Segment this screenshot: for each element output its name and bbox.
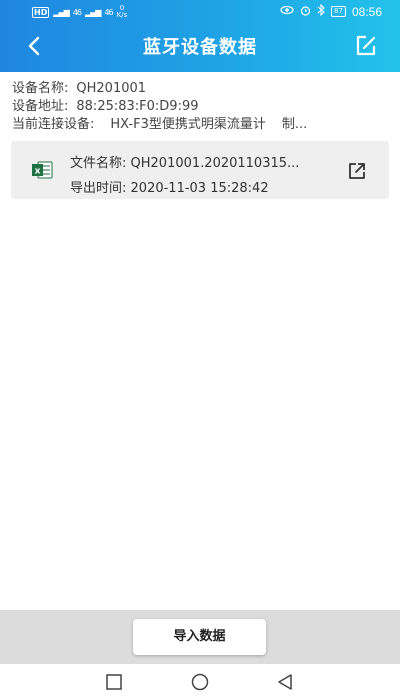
status-right: 87 08:56 bbox=[280, 3, 382, 19]
edit-icon bbox=[356, 35, 376, 56]
file-name-value: QH201001.2020110315... bbox=[130, 156, 300, 171]
hd-badge: HD bbox=[32, 6, 50, 18]
export-time-value: 2020-11-03 15:28:42 bbox=[130, 181, 269, 196]
status-left: HD ▂▄▆ 46 ▂▄▆ 46 0 K/s bbox=[32, 5, 127, 19]
sim1-label: 46 bbox=[72, 7, 82, 17]
device-address-row: 设备地址: 88:25:83:F0:D9:99 bbox=[12, 98, 307, 116]
excel-file-icon: x bbox=[32, 161, 53, 179]
app-header: HD ▂▄▆ 46 ▂▄▆ 46 0 K/s 87 08:56 蓝牙设备数据 bbox=[0, 0, 400, 72]
connected-device-row: 当前连接设备: HX-F3型便携式明渠流量计 制... bbox=[12, 116, 307, 134]
export-time: 导出时间: 2020-11-03 15:28:42 bbox=[70, 177, 269, 196]
signal-icon: ▂▄▆ bbox=[53, 7, 70, 17]
system-nav-bar bbox=[0, 664, 400, 700]
connected-device-label: 当前连接设备: bbox=[12, 117, 95, 132]
svg-text:x: x bbox=[35, 167, 41, 177]
home-button[interactable] bbox=[191, 673, 209, 691]
status-bar: HD ▂▄▆ 46 ▂▄▆ 46 0 K/s 87 08:56 bbox=[0, 0, 400, 24]
signal-icon: ▂▄▆ bbox=[85, 7, 102, 17]
bluetooth-icon bbox=[317, 3, 325, 19]
file-list-item[interactable]: x 文件名称: QH201001.2020110315... 导出时间: 202… bbox=[11, 141, 389, 199]
connected-device-extra: 制... bbox=[281, 117, 308, 132]
circle-icon bbox=[191, 673, 209, 691]
battery-icon: 87 bbox=[331, 6, 346, 17]
edit-button[interactable] bbox=[352, 32, 380, 60]
back-nav-button[interactable] bbox=[276, 673, 294, 691]
share-button[interactable] bbox=[347, 161, 367, 181]
triangle-back-icon bbox=[278, 674, 292, 690]
device-name-value: QH201001 bbox=[76, 81, 147, 96]
device-address-label: 设备地址: bbox=[12, 99, 69, 114]
share-icon bbox=[349, 163, 365, 179]
file-name: 文件名称: QH201001.2020110315... bbox=[70, 152, 299, 171]
import-data-button[interactable]: 导入数据 bbox=[133, 619, 266, 655]
clock: 08:56 bbox=[351, 4, 382, 19]
net-speed: 0 K/s bbox=[117, 5, 128, 19]
device-info: 设备名称: QH201001 设备地址: 88:25:83:F0:D9:99 当前连… bbox=[12, 80, 307, 134]
device-address-value: 88:25:83:F0:D9:99 bbox=[76, 99, 199, 114]
recent-apps-button[interactable] bbox=[105, 673, 123, 691]
alarm-icon bbox=[300, 5, 311, 19]
export-time-label: 导出时间: bbox=[70, 181, 127, 196]
net-speed-unit: K/s bbox=[116, 11, 128, 19]
page-title: 蓝牙设备数据 bbox=[143, 37, 257, 58]
eye-icon bbox=[280, 5, 294, 18]
sim2-label: 46 bbox=[104, 7, 113, 17]
nav-bar: 蓝牙设备数据 bbox=[0, 24, 400, 70]
connected-device-value: HX-F3型便携式明渠流量计 bbox=[110, 117, 266, 132]
device-name-label: 设备名称: bbox=[12, 81, 69, 96]
bottom-action-bar: 导入数据 bbox=[0, 610, 400, 664]
square-icon bbox=[106, 674, 122, 690]
device-name-row: 设备名称: QH201001 bbox=[12, 80, 307, 98]
file-name-label: 文件名称: bbox=[70, 156, 127, 171]
